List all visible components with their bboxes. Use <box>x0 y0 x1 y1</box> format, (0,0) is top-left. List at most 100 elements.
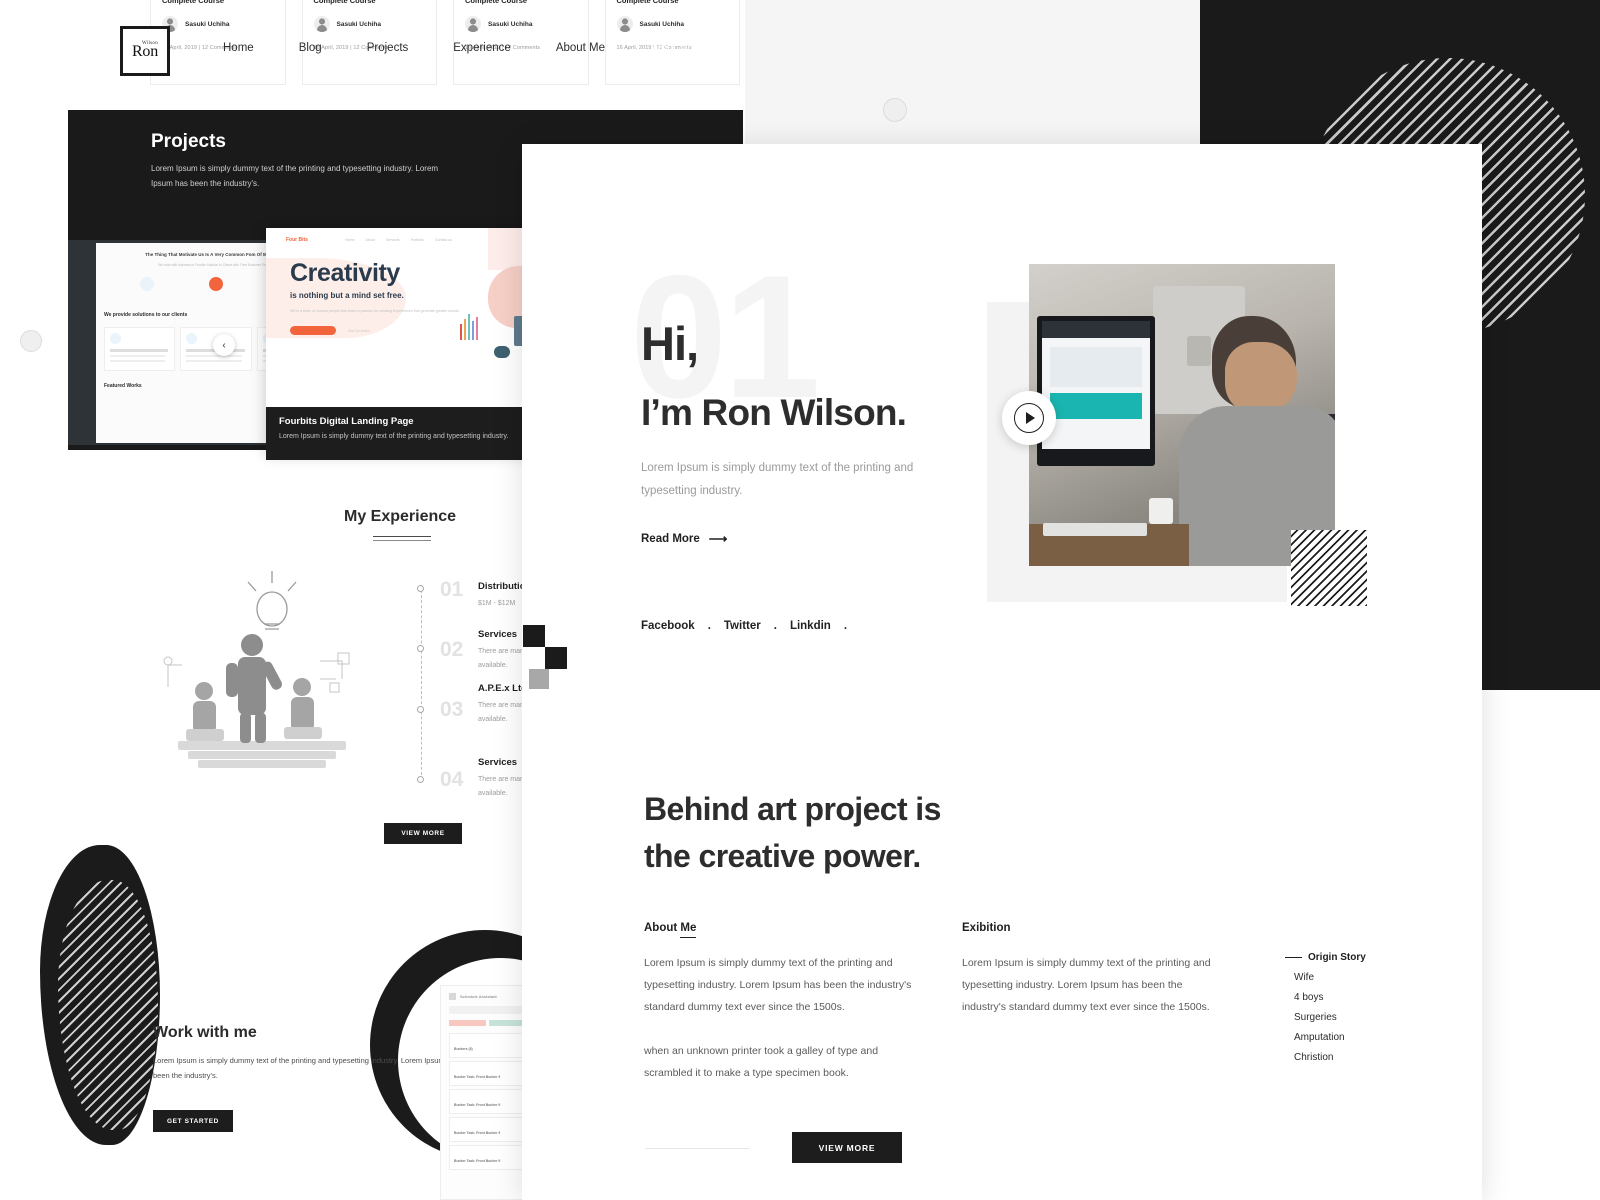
play-button[interactable] <box>1002 391 1056 445</box>
nav-item-home[interactable]: Home <box>223 42 254 54</box>
mockup-nav-link: About <box>365 238 375 242</box>
origin-story-item: Amputation <box>1294 1032 1345 1043</box>
screen-block <box>1050 347 1142 387</box>
experience-illustration <box>160 565 365 800</box>
origin-story-item: 4 boys <box>1294 992 1324 1003</box>
dash-icon <box>1285 957 1302 958</box>
origin-story-item: Wife <box>1294 972 1314 983</box>
hatched-square-decoration <box>1291 530 1367 606</box>
about-me-paragraph-1: Lorem Ipsum is simply dummy text of the … <box>644 957 912 1014</box>
card-line <box>186 359 242 362</box>
app-mockup-title: Schedule Assistant <box>460 994 497 999</box>
social-link-linkdin[interactable]: Linkdin <box>790 620 831 632</box>
nav-links: Home Blog Projects Experience About Me W… <box>223 42 722 54</box>
site-logo[interactable]: Wilson Ron <box>120 26 170 76</box>
project-caption: Fourbits Digital Landing Page Lorem Ipsu… <box>266 407 558 460</box>
screen-block <box>1050 393 1142 419</box>
experience-view-more-button[interactable]: VIEW MORE <box>384 823 462 844</box>
arrow-right-icon: ⟶ <box>708 531 728 546</box>
blog-card-title: The Web Developer Bootcamp Complete Cour… <box>465 0 528 5</box>
chevron-left-icon[interactable]: ‹ <box>213 334 235 356</box>
timeline-dot <box>417 585 424 592</box>
feature-icon <box>208 276 223 291</box>
checker-decoration <box>523 625 585 693</box>
blog-card-title: The Web Developer Bootcamp Complete Cour… <box>616 0 679 5</box>
nav-item-projects[interactable]: Projects <box>367 42 409 54</box>
play-triangle <box>1026 412 1035 424</box>
about-me-column: About Me Lorem Ipsum is simply dummy tex… <box>644 922 912 1084</box>
get-started-button[interactable]: GET STARTED <box>153 1110 233 1132</box>
social-links: Facebook . Twitter . Linkdin . <box>641 620 847 632</box>
about-me-paragraph-2: when an unknown printer took a galley of… <box>644 1045 879 1080</box>
work-with-me-title: Work with me <box>153 1024 257 1041</box>
card-line <box>186 354 242 357</box>
card-icon <box>186 333 198 345</box>
origin-story-heading: Origin Story <box>1285 952 1366 963</box>
experience-name: Services <box>478 629 518 640</box>
social-link-twitter[interactable]: Twitter <box>724 620 761 632</box>
mockup-primary-cta <box>290 326 336 336</box>
read-more-label: Read More <box>641 533 700 545</box>
mockup-nav-link: Services <box>385 238 400 242</box>
origin-story-item: Surgeries <box>1294 1012 1337 1023</box>
origin-story-list: Origin Story Wife 4 boys Surgeries Amput… <box>1285 952 1366 1063</box>
experience-name: A.P.E.x Ltd <box>478 683 527 694</box>
nav-item-work-with-me[interactable]: Work With Me <box>650 42 722 54</box>
card-line <box>110 359 166 362</box>
nav-item-about-me[interactable]: About Me <box>556 42 605 54</box>
photo-keyboard <box>1043 523 1147 536</box>
decor-circle <box>883 98 907 122</box>
experience-timeline <box>421 585 422 780</box>
timeline-dot <box>417 645 424 652</box>
exhibition-paragraph-1: Lorem Ipsum is simply dummy text of the … <box>962 957 1211 1014</box>
list-item-label: Bunkers (5) <box>454 1046 473 1051</box>
card-title-bar <box>110 349 169 352</box>
behind-section-title: Behind art project is the creative power… <box>644 786 1074 880</box>
work-with-me-subtitle: Lorem Ipsum is simply dummy text of the … <box>153 1056 459 1080</box>
behind-title-line2: the creative power. <box>644 838 921 875</box>
decor-circle <box>20 330 42 352</box>
play-icon <box>1014 403 1044 433</box>
list-item-label: Bunker Task: Front Bunker 9 <box>454 1158 501 1163</box>
chip <box>449 1020 486 1026</box>
divider <box>645 1148 750 1149</box>
timeline-dot <box>417 776 424 783</box>
read-more-link[interactable]: Read More ⟶ <box>641 531 727 547</box>
experience-number: 03 <box>440 698 464 721</box>
screenshot-root: The Web Developer Bootcamp Complete Cour… <box>0 0 1600 1200</box>
hero-photo <box>1029 264 1335 566</box>
mockup-cta-row: See Our Works <box>290 326 566 336</box>
mockup-secondary-cta: See Our Works <box>348 328 370 333</box>
experience-number: 01 <box>440 578 464 601</box>
hero-paragraph: Lorem Ipsum is simply dummy text of the … <box>641 462 914 497</box>
view-more-button[interactable]: VIEW MORE <box>792 1132 902 1163</box>
separator-dot: . <box>773 620 777 632</box>
navbar: Wilson Ron Home Blog Projects Experience… <box>120 26 910 84</box>
photo-mug <box>1149 498 1173 524</box>
feature-icon <box>139 276 154 291</box>
hero-name: I’m Ron Wilson. <box>641 392 907 433</box>
mockup-card <box>104 327 176 372</box>
photo-person-face <box>1225 342 1297 414</box>
list-item-label: Bunker Task: Front Bunker 9 <box>454 1102 501 1107</box>
exhibition-column: Exibition Lorem Ipsum is simply dummy te… <box>962 922 1224 1018</box>
origin-story-heading-label: Origin Story <box>1308 952 1366 963</box>
mockup-subheadline: is nothing but a mind set free. <box>290 291 404 300</box>
blog-card-title: The Web Developer Bootcamp Complete Cour… <box>313 0 376 5</box>
card-line <box>110 354 166 357</box>
timeline-dot <box>417 706 424 713</box>
about-me-heading-underlined: Me <box>680 922 697 938</box>
about-me-heading-plain: About <box>644 922 681 934</box>
origin-story-item: Christion <box>1294 1052 1334 1063</box>
social-link-facebook[interactable]: Facebook <box>641 620 695 632</box>
card-icon <box>110 333 121 345</box>
nav-item-experience[interactable]: Experience <box>453 42 511 54</box>
separator-dot: . <box>843 620 848 632</box>
mockup-body: We're a team of curious people that shar… <box>290 309 460 313</box>
photo-screen <box>1042 321 1150 449</box>
nav-item-blog[interactable]: Blog <box>299 42 322 54</box>
about-me-heading: About Me <box>644 922 912 938</box>
mockup-headline: Creativity <box>290 259 400 287</box>
exhibition-heading: Exibition <box>962 922 1011 934</box>
app-icon <box>449 993 456 1000</box>
